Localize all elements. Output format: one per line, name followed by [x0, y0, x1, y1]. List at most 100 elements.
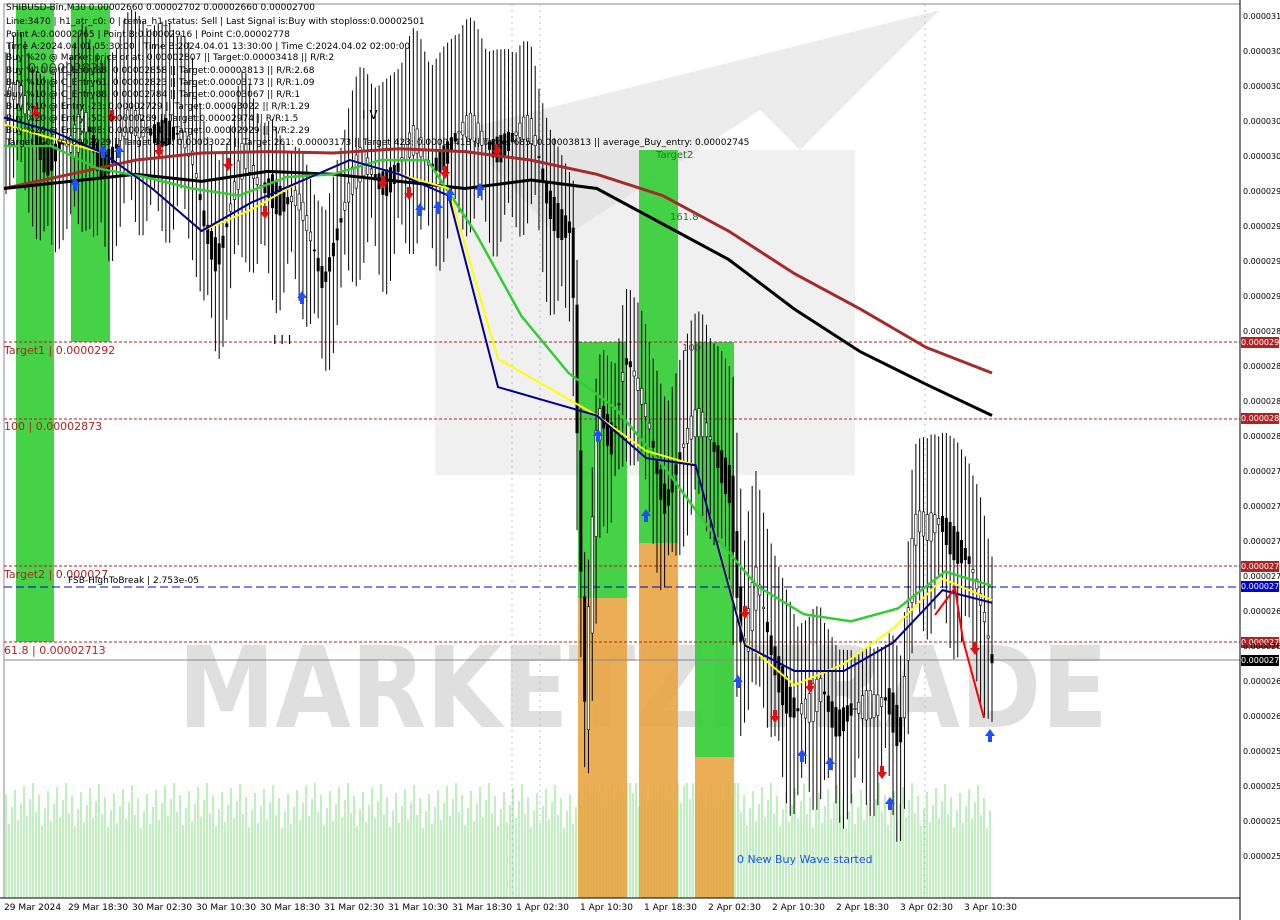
candle-body — [765, 621, 769, 633]
candle-body — [937, 518, 941, 525]
candle-body — [514, 131, 518, 136]
candle-body — [560, 209, 564, 241]
candle-body — [659, 469, 663, 500]
candle-body — [796, 708, 800, 712]
candle-body — [567, 221, 571, 233]
price-tag-target2: 0.00002774 — [1241, 561, 1279, 572]
candle-body — [800, 703, 804, 715]
price-tick-label: 0.00002651 — [1243, 642, 1280, 651]
candle-body — [548, 190, 552, 219]
candle-body — [822, 691, 826, 695]
new-buy-wave-label: 0 New Buy Wave started — [737, 853, 873, 866]
zone-box-2 — [578, 342, 627, 598]
time-tick-label: 1 Apr 18:30 — [644, 903, 697, 913]
candle-body — [960, 539, 964, 564]
candle-body — [762, 606, 766, 609]
zone-box-7 — [695, 757, 734, 898]
candle-body — [674, 464, 678, 475]
candle-body — [967, 556, 971, 564]
candle-body — [202, 210, 206, 227]
candle-body — [605, 414, 609, 446]
time-tick-label: 31 Mar 18:30 — [452, 903, 513, 913]
time-tick-label: 30 Mar 18:30 — [260, 903, 321, 913]
info-line-1: SHIBUSD-Bin,M30 0.00002660 0.00002702 0.… — [6, 3, 315, 13]
candle-body — [678, 452, 682, 461]
candle-body — [564, 215, 568, 238]
candle-body — [872, 694, 876, 718]
candle-body — [556, 203, 560, 238]
price-tick-label: 0.00002751 — [1243, 502, 1280, 511]
candle-body — [369, 168, 373, 175]
candle-body — [644, 403, 648, 417]
candle-body — [921, 511, 925, 537]
fsb-high-to-break-label: FSB-HighToBreak | 2.753e-05 — [68, 576, 200, 586]
price-tick-label: 0.00002526 — [1243, 817, 1280, 826]
candle-body — [716, 445, 720, 468]
candle-body — [229, 203, 233, 212]
candle-body — [221, 235, 225, 248]
time-tick-label: 3 Apr 10:30 — [964, 903, 1017, 913]
candle-body — [956, 531, 960, 564]
candle-body — [210, 231, 214, 260]
price-tick-label: 0.00002626 — [1243, 677, 1280, 686]
candle-body — [194, 173, 198, 179]
time-tick-label: 1 Apr 02:30 — [516, 903, 569, 913]
target1-level-label: Target1 | 0.0000292 — [4, 344, 116, 357]
zone-1618-label: 161.8 — [670, 212, 699, 223]
candle-body — [518, 122, 522, 138]
candle-body — [324, 271, 328, 282]
candle-body — [933, 514, 937, 534]
price-tick-label: 0.00002876 — [1243, 327, 1280, 336]
candle-body — [270, 174, 274, 209]
price-tag-100: 0.00002873 — [1241, 413, 1279, 424]
candle-body — [274, 179, 278, 215]
candle-body — [689, 415, 693, 440]
candle-body — [438, 151, 442, 172]
candle-body — [815, 678, 819, 712]
candle-body — [708, 436, 712, 440]
info-line-7: Buy %10 @ C_Entry61: 0.00002823 || Targe… — [6, 78, 315, 88]
candle-body — [579, 450, 583, 572]
candle-body — [842, 707, 846, 732]
candle-body — [594, 430, 598, 537]
info-line-11: Buy %20 @ Entry -88: 0.00002631 || Targe… — [6, 126, 310, 136]
candle-body — [468, 112, 472, 140]
candle-body — [339, 218, 343, 223]
candle-body — [320, 266, 324, 288]
time-tick-label: 29 Mar 18:30 — [68, 903, 129, 913]
candle-body — [891, 692, 895, 733]
candle-body — [830, 701, 834, 728]
price-tick-label: 0.00003076 — [1243, 47, 1280, 56]
wave-iv-label: I V — [362, 108, 378, 122]
candle-body — [586, 606, 590, 730]
candle-body — [583, 596, 587, 702]
candle-body — [590, 516, 594, 634]
price-tick-label: 0.00002726 — [1243, 537, 1280, 546]
candle-body — [986, 635, 990, 639]
candle-body — [651, 440, 655, 448]
candle-body — [941, 516, 945, 532]
price-tick-label: 0.00003101 — [1243, 12, 1280, 21]
candle-body — [198, 194, 202, 201]
candle-body — [621, 372, 625, 382]
time-tick-label: 3 Apr 02:30 — [900, 903, 953, 913]
candle-body — [396, 163, 400, 172]
wave-iii-label: I I I — [273, 333, 292, 347]
info-line-10: Buy %20 @ Entry -50: 0.0000269 || Target… — [6, 114, 299, 124]
candle-body — [895, 704, 899, 746]
candle-body — [963, 548, 967, 561]
candle-body — [853, 708, 857, 710]
candle-body — [712, 442, 716, 452]
overlay-price-text: 0.00002831 — [28, 62, 107, 77]
candle-body — [575, 304, 579, 434]
candle-body — [297, 193, 301, 211]
level-618-label: 61.8 | 0.00002713 — [4, 644, 106, 657]
zone-target2-label: Target2 — [656, 150, 694, 161]
candle-body — [293, 190, 297, 207]
candle-body — [803, 698, 807, 719]
candle-body — [552, 196, 556, 231]
candle-body — [788, 686, 792, 718]
time-tick-label: 1 Apr 10:30 — [580, 903, 633, 913]
price-tick-label: 0.00002951 — [1243, 222, 1280, 231]
candle-body — [701, 411, 705, 438]
